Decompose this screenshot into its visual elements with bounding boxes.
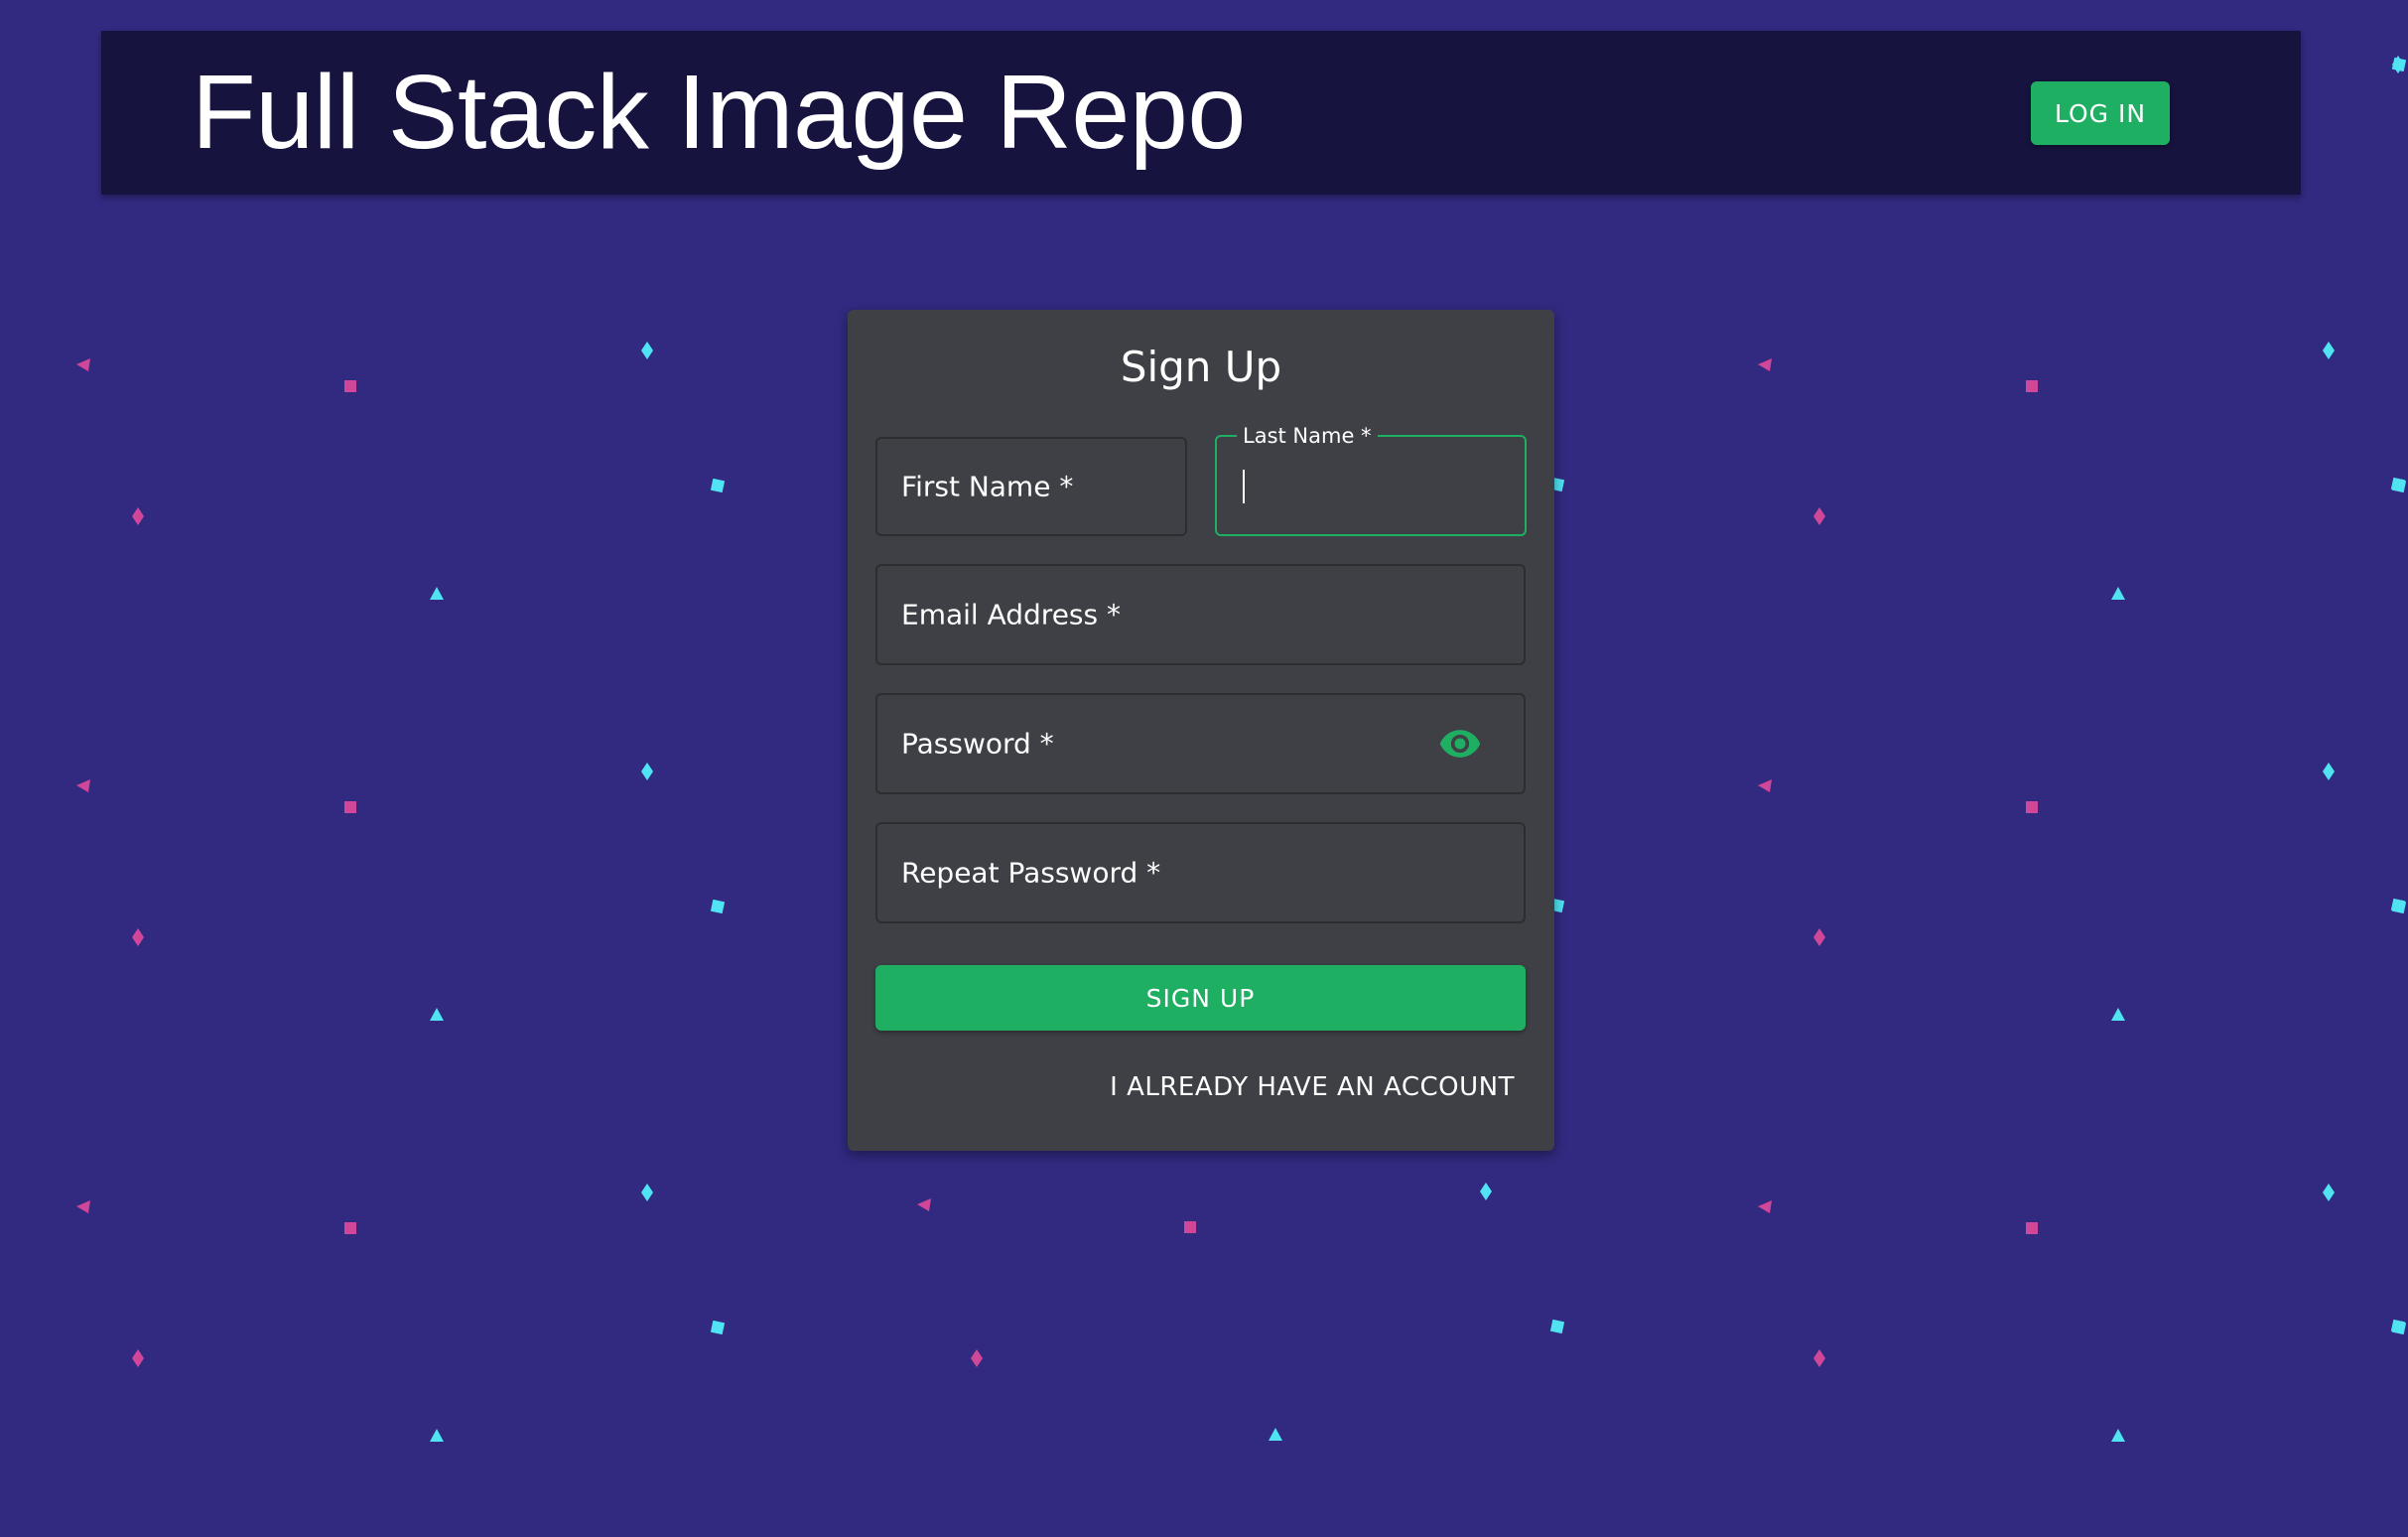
confetti-shape — [710, 1320, 726, 1335]
confetti-shape — [2026, 801, 2038, 813]
first-name-label: First Name * — [901, 470, 1074, 503]
confetti-shape — [1813, 928, 1825, 946]
confetti-shape — [2390, 1319, 2406, 1334]
confetti-shape — [2323, 342, 2335, 359]
signup-title: Sign Up — [1120, 343, 1282, 391]
confetti-shape — [1758, 358, 1772, 371]
confetti-shape — [430, 1429, 444, 1442]
confetti-shape — [430, 1008, 444, 1021]
confetti-shape — [1813, 1349, 1825, 1367]
confetti-shape — [2323, 763, 2335, 780]
confetti-shape — [917, 1198, 931, 1211]
confetti-shape — [2026, 380, 2038, 392]
confetti-shape — [641, 342, 653, 359]
already-have-account-link[interactable]: I ALREADY HAVE AN ACCOUNT — [1110, 1072, 1515, 1102]
email-field[interactable]: Email Address * — [875, 564, 1526, 665]
app-bar: Full Stack Image Repo LOG IN — [101, 31, 2301, 195]
eye-icon[interactable] — [1438, 722, 1482, 766]
email-label: Email Address * — [901, 598, 1121, 631]
confetti-shape — [1813, 507, 1825, 525]
first-name-field[interactable]: First Name * — [875, 437, 1187, 536]
last-name-label: Last Name * — [1237, 425, 1378, 447]
text-caret — [1243, 470, 1245, 503]
confetti-shape — [76, 358, 90, 371]
password-field[interactable]: Password * — [875, 693, 1526, 794]
confetti-shape — [641, 1184, 653, 1201]
confetti-shape — [2111, 587, 2125, 600]
confetti-shape — [2390, 898, 2406, 913]
confetti-shape — [132, 1349, 144, 1367]
last-name-field[interactable]: Last Name * — [1215, 425, 1527, 536]
confetti-shape — [1184, 1221, 1196, 1233]
confetti-shape — [1549, 1319, 1565, 1334]
confetti-shape — [76, 1200, 90, 1213]
confetti-shape — [76, 779, 90, 792]
confetti-shape — [344, 801, 356, 813]
confetti-shape — [710, 899, 726, 914]
confetti-shape — [1480, 1183, 1492, 1200]
confetti-shape — [1758, 779, 1772, 792]
confetti-shape — [132, 928, 144, 946]
app-title: Full Stack Image Repo — [192, 54, 1246, 171]
confetti-shape — [2111, 1008, 2125, 1021]
signup-card: Sign Up First Name * Last Name * Email A… — [848, 310, 1554, 1151]
confetti-shape — [1758, 1200, 1772, 1213]
confetti-shape — [344, 1222, 356, 1234]
password-label: Password * — [901, 727, 1054, 761]
confetti-shape — [2323, 1184, 2335, 1201]
confetti-shape — [1269, 1428, 1282, 1441]
confetti-shape — [344, 380, 356, 392]
confetti-shape — [641, 763, 653, 780]
confetti-shape — [2026, 1222, 2038, 1234]
signup-button[interactable]: SIGN UP — [875, 965, 1526, 1031]
login-button[interactable]: LOG IN — [2031, 81, 2170, 145]
confetti-shape — [710, 478, 726, 493]
confetti-shape — [132, 507, 144, 525]
confetti-shape — [430, 587, 444, 600]
confetti-shape — [2390, 477, 2406, 492]
confetti-shape — [971, 1349, 983, 1367]
repeat-password-field[interactable]: Repeat Password * — [875, 822, 1526, 923]
confetti-shape — [2111, 1429, 2125, 1442]
repeat-password-label: Repeat Password * — [901, 856, 1161, 890]
